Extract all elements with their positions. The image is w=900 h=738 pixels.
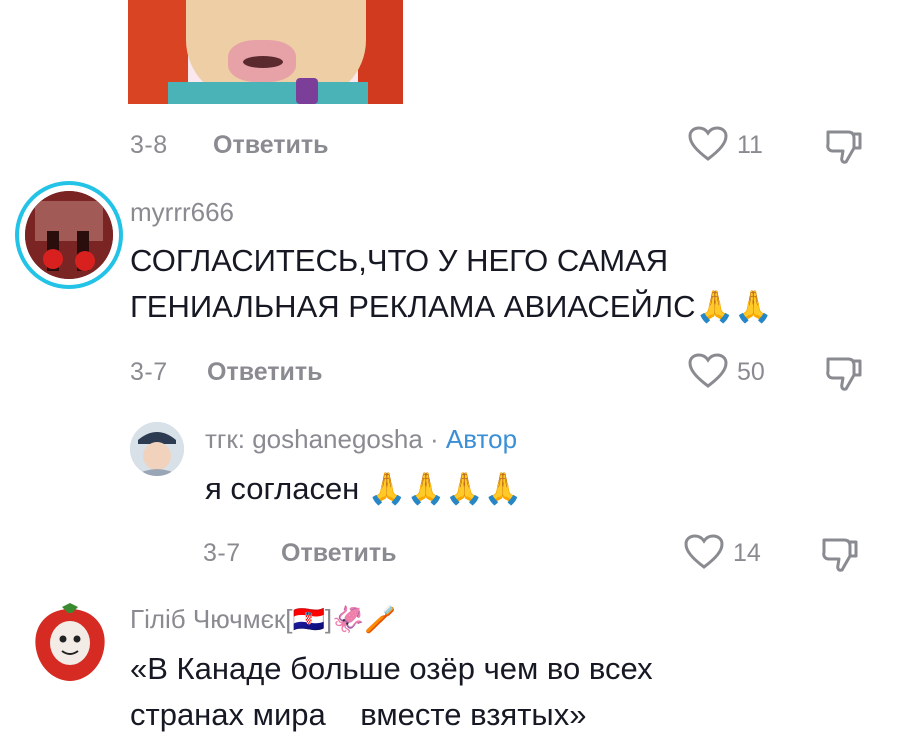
comment-username[interactable]: тгк: goshanegosha · (205, 424, 446, 454)
like-count: 11 (737, 131, 763, 159)
heart-outline-icon[interactable] (684, 534, 724, 570)
author-badge: Автор (445, 424, 518, 454)
story-ring[interactable] (15, 181, 123, 289)
comment-username[interactable]: Гіліб Чючмєк[🇭🇷]🦑🪥 (130, 604, 397, 635)
comment-text-line1: «В Канаде больше озёр чем во всех (130, 651, 653, 686)
comment-date: 3-7 (203, 539, 241, 567)
like-count: 50 (737, 358, 765, 386)
comment-date: 3-7 (130, 358, 168, 386)
reply-button[interactable]: Ответить (207, 358, 323, 387)
sticker-shirt (168, 82, 368, 104)
comment-image-sticker[interactable] (128, 0, 403, 104)
thumbs-down-outline-icon[interactable] (824, 126, 864, 166)
avatar (25, 191, 113, 279)
comment-text-line1: СОГЛАСИТЕСЬ,ЧТО У НЕГО САМАЯ (130, 243, 669, 278)
reply-button[interactable]: Ответить (213, 131, 329, 160)
reply-header: тгк: goshanegosha · Автор (205, 424, 517, 455)
sticker-strap (296, 78, 318, 104)
avatar[interactable] (130, 422, 184, 476)
comment-text-line2: странах мира вместе взятых» (130, 697, 587, 732)
comment-text: я согласен 🙏🙏🙏🙏 (205, 471, 523, 506)
reply-button[interactable]: Ответить (281, 539, 397, 568)
avatar[interactable] (28, 601, 112, 685)
comment-username[interactable]: myrrr666 (130, 197, 234, 228)
sticker-mouth-inner (243, 56, 283, 68)
like-count: 14 (733, 539, 761, 567)
comment-text-line2: ГЕНИАЛЬНАЯ РЕКЛАМА АВИАСЕЙЛС🙏🙏 (130, 289, 773, 324)
thumbs-down-outline-icon[interactable] (820, 534, 860, 574)
thumbs-down-outline-icon[interactable] (824, 353, 864, 393)
comment-date: 3-8 (130, 131, 168, 159)
heart-outline-icon[interactable] (688, 353, 728, 389)
heart-outline-icon[interactable] (688, 126, 728, 162)
